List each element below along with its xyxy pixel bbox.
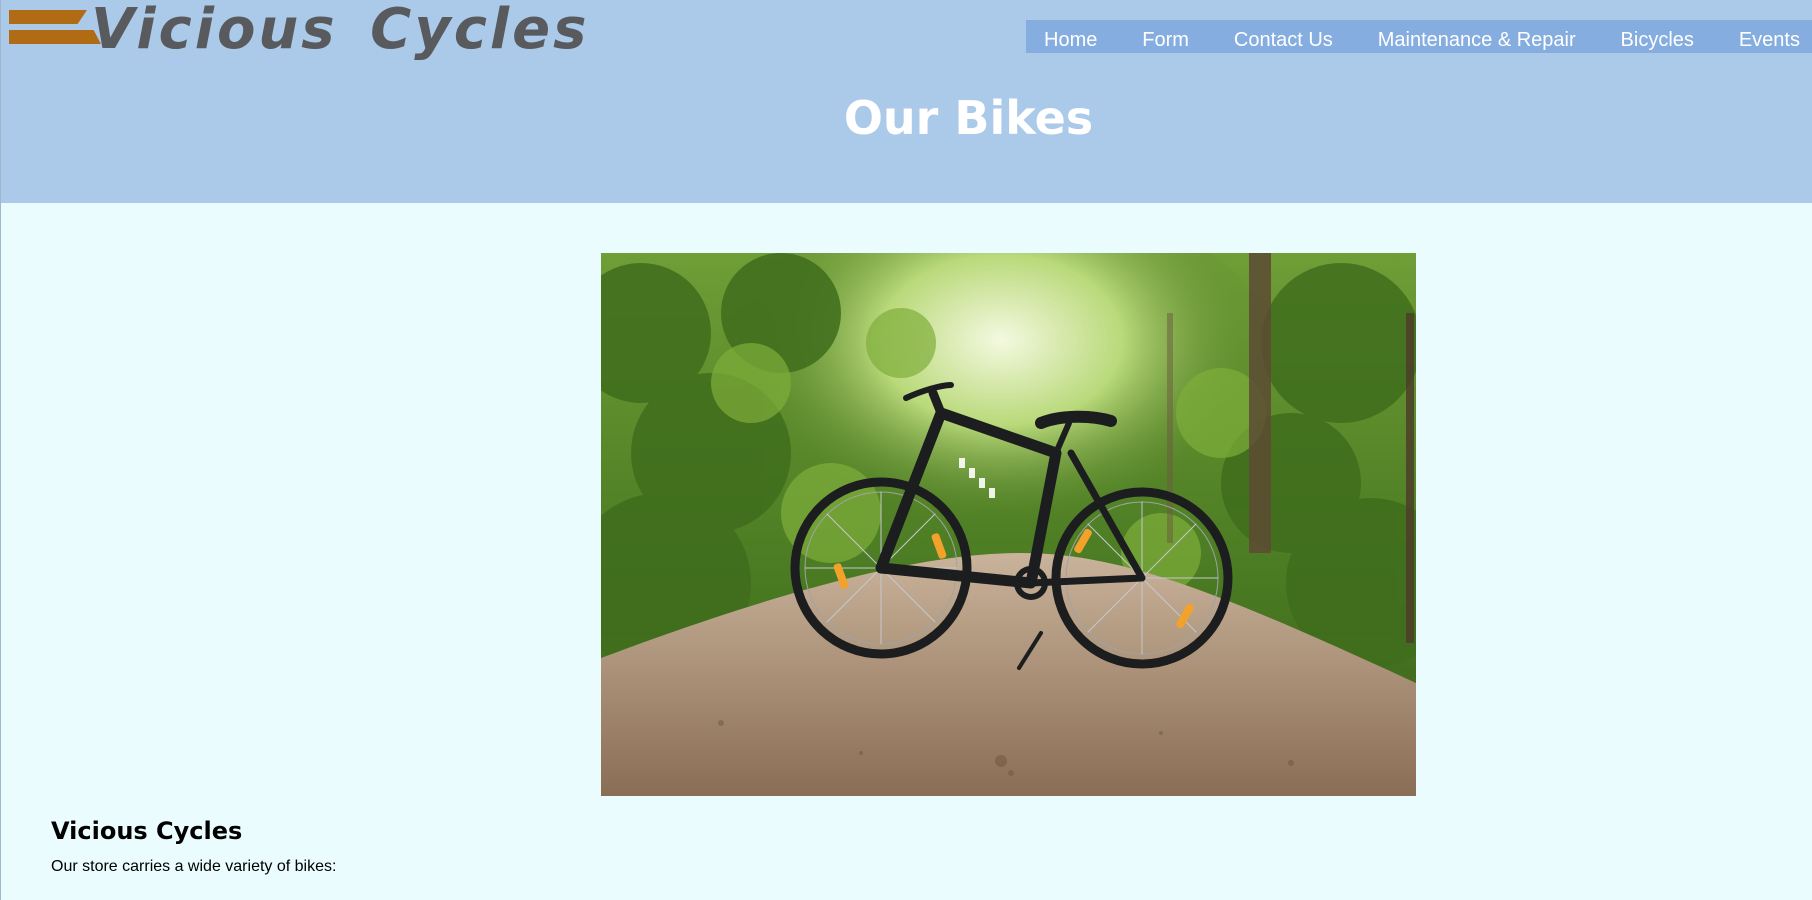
logo-wordmark: Vicious Cycles <box>91 0 590 62</box>
nav-events-link[interactable]: Events <box>1739 24 1800 57</box>
hero-image <box>601 253 1416 796</box>
site-logo[interactable]: Vicious Cycles <box>9 2 589 58</box>
intro-section: Vicious Cycles Our store carries a wide … <box>51 815 851 877</box>
site-header: Vicious Cycles Home Form Contact Us Main… <box>1 0 1812 203</box>
section-heading: Vicious Cycles <box>51 817 243 845</box>
bicycle-photo-icon <box>601 253 1416 796</box>
nav-maintenance-link[interactable]: Maintenance & Repair <box>1378 24 1576 57</box>
nav-contact-link[interactable]: Contact Us <box>1234 24 1333 57</box>
nav-home-link[interactable]: Home <box>1044 24 1097 57</box>
logo-stripe <box>9 10 87 24</box>
logo-stripes-icon <box>9 8 101 58</box>
intro-text: Our store carries a wide variety of bike… <box>51 858 337 875</box>
main-nav: Home Form Contact Us Maintenance & Repai… <box>1026 20 1812 53</box>
logo-stripe <box>9 30 101 44</box>
nav-bicycles-link[interactable]: Bicycles <box>1621 24 1694 57</box>
nav-form-link[interactable]: Form <box>1142 24 1189 57</box>
page-title: Our Bikes <box>843 91 1094 145</box>
